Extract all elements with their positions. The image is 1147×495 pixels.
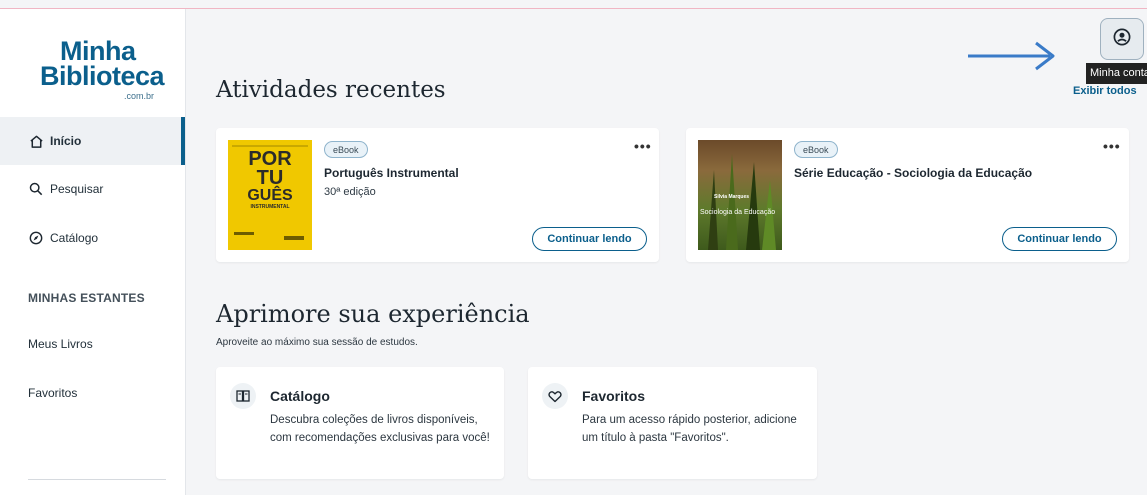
recent-book-card: Silvia Marques Sociologia da Educação eB… [686, 128, 1129, 262]
annotation-arrow-icon [968, 41, 1055, 71]
cover-text: INSTRUMENTAL [250, 204, 290, 210]
sidebar-item-pesquisar[interactable]: Pesquisar [0, 165, 185, 213]
cover-decoration [234, 232, 254, 235]
recent-book-card: POR TU GUÊS INSTRUMENTAL eBook Português… [216, 128, 659, 262]
sidebar-divider [28, 479, 166, 480]
sidebar-item-label: Início [50, 134, 82, 148]
continue-reading-button[interactable]: Continuar lendo [532, 227, 647, 251]
sidebar-item-inicio[interactable]: Início [0, 117, 185, 165]
account-button[interactable] [1100, 18, 1144, 60]
book-open-icon [230, 383, 256, 409]
logo[interactable]: Minha Biblioteca .com.br [40, 37, 165, 109]
cover-decoration [284, 236, 304, 240]
compass-icon [28, 230, 44, 246]
book-title[interactable]: Português Instrumental [324, 166, 459, 180]
feature-card-catalogo[interactable]: Catálogo Descubra coleções de livros dis… [216, 367, 504, 479]
heart-icon [542, 383, 568, 409]
see-all-link[interactable]: Exibir todos [1073, 85, 1137, 97]
more-options-icon[interactable]: ••• [1103, 138, 1121, 154]
cover-title: Sociologia da Educação [700, 209, 776, 216]
improve-title: Aprimore sua experiência [216, 300, 530, 328]
more-options-icon[interactable]: ••• [634, 138, 652, 154]
cover-text: GUÊS [247, 187, 293, 204]
sidebar-item-label: Pesquisar [50, 182, 104, 196]
feature-title: Catálogo [270, 388, 330, 404]
logo-line-2: Biblioteca [40, 61, 165, 91]
cover-decoration [232, 145, 308, 147]
logo-domain: .com.br [123, 91, 154, 101]
home-icon [28, 133, 44, 149]
improve-subtitle: Aproveite ao máximo sua sessão de estudo… [216, 337, 418, 348]
book-cover[interactable]: Silvia Marques Sociologia da Educação [698, 140, 782, 250]
account-tooltip: Minha conta [1086, 63, 1147, 84]
feature-title: Favoritos [582, 388, 646, 404]
feature-description: Descubra coleções de livros disponíveis,… [270, 414, 490, 444]
ebook-badge: eBook [324, 141, 368, 158]
feature-card-favoritos[interactable]: Favoritos Para um acesso rápido posterio… [528, 367, 817, 479]
user-circle-icon [1113, 28, 1131, 51]
sidebar-item-favoritos[interactable]: Favoritos [28, 386, 77, 400]
book-edition: 30ª edição [324, 186, 376, 198]
cover-author: Silvia Marques [714, 194, 750, 200]
book-cover[interactable]: POR TU GUÊS INSTRUMENTAL [228, 140, 312, 250]
book-title[interactable]: Série Educação - Sociologia da Educação [794, 166, 1032, 180]
recent-title: Atividades recentes [216, 77, 446, 103]
sidebar-item-catalogo[interactable]: Catálogo [0, 214, 185, 262]
shelves-heading: MINHAS ESTANTES [28, 291, 145, 305]
ebook-badge: eBook [794, 141, 838, 158]
continue-reading-button[interactable]: Continuar lendo [1002, 227, 1117, 251]
sidebar-item-label: Catálogo [50, 231, 99, 245]
sidebar-item-meus-livros[interactable]: Meus Livros [28, 337, 93, 351]
cover-text: TU [256, 167, 284, 189]
sidebar: Minha Biblioteca .com.br Início Pesquisa… [0, 9, 186, 495]
search-icon [28, 181, 44, 197]
feature-description: Para um acesso rápido posterior, adicion… [582, 414, 797, 444]
